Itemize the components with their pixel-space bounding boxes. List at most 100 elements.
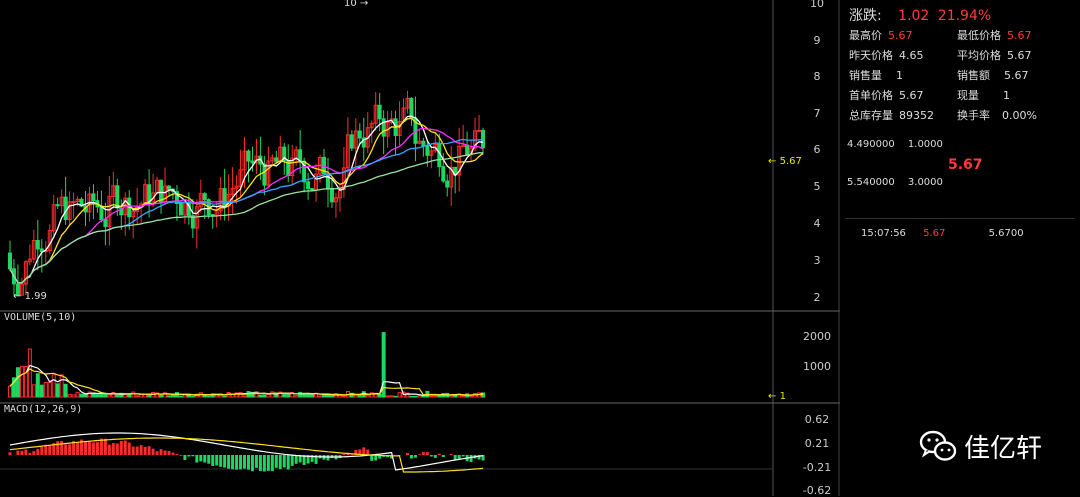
volume-bar xyxy=(116,395,119,397)
bid-price: 5.540000 xyxy=(847,177,895,188)
volume-bar xyxy=(386,396,389,397)
macd-histogram-bar xyxy=(84,442,87,455)
macd-histogram-bar xyxy=(199,455,202,461)
macd-histogram-bar xyxy=(24,450,27,455)
volume-bar xyxy=(243,396,246,397)
volume-bar xyxy=(132,392,135,397)
candlestick-chart[interactable] xyxy=(0,0,840,496)
macd-histogram-bar xyxy=(179,455,182,456)
macd-histogram-bar xyxy=(56,441,59,455)
volume-bar xyxy=(319,396,322,397)
candle-body xyxy=(426,146,429,155)
volume-bar xyxy=(56,384,59,397)
macd-histogram-bar xyxy=(195,455,198,463)
volume-bar xyxy=(330,396,333,397)
macd-histogram-bar xyxy=(60,441,63,455)
current-price-value: 5.67 xyxy=(780,156,802,167)
volume-bar xyxy=(44,383,47,397)
stat-turnover: 换手率0.00% xyxy=(957,107,1037,123)
macd-histogram-bar xyxy=(116,444,119,455)
volume-bar xyxy=(80,394,83,397)
candle-body xyxy=(350,135,353,148)
macd-histogram-bar xyxy=(239,455,242,469)
macd-histogram-bar xyxy=(287,455,290,470)
volume-bar xyxy=(40,385,43,397)
stat-value: 4.65 xyxy=(899,49,924,62)
macd-histogram-bar xyxy=(263,455,266,472)
macd-histogram-bar xyxy=(414,455,417,458)
volume-current-value: 1 xyxy=(780,391,786,402)
macd-histogram-bar xyxy=(148,446,151,455)
chart-area[interactable]: 10 9 8 7 6 5 4 3 2 10 → ← 1.99 ← 5.67 VO… xyxy=(0,0,840,496)
candle-body xyxy=(358,131,361,138)
macd-histogram-bar xyxy=(470,455,473,462)
macd-histogram-bar xyxy=(16,451,19,455)
volume-bar xyxy=(366,395,369,397)
macd-panel-label: MACD(12,26,9) xyxy=(4,404,82,415)
candle-body xyxy=(442,167,445,181)
volume-bar xyxy=(450,396,453,397)
macd-histogram-bar xyxy=(88,442,91,455)
candle-body xyxy=(104,220,107,227)
macd-histogram-bar xyxy=(291,455,294,466)
price-tick: 4 xyxy=(794,217,840,230)
volume-bar xyxy=(36,374,39,397)
volume-bar xyxy=(20,366,23,397)
watermark: 佳亿轩 xyxy=(918,424,1042,468)
high-price-annotation: 10 → xyxy=(344,0,368,9)
volume-bar xyxy=(72,395,75,397)
macd-histogram-bar xyxy=(295,455,298,464)
candle-body xyxy=(203,194,206,200)
volume-bar xyxy=(88,392,91,397)
macd-histogram-bar xyxy=(251,455,254,471)
high-price-value: 10 xyxy=(344,0,357,9)
price-tick: 5 xyxy=(794,180,840,193)
candle-body xyxy=(160,180,163,202)
candle-body xyxy=(179,203,182,214)
macd-histogram-bar xyxy=(203,455,206,462)
volume-bar xyxy=(410,396,413,397)
volume-panel-label: VOLUME(5,10) xyxy=(4,312,76,323)
macd-tick: -0.62 xyxy=(794,484,840,497)
volume-bar xyxy=(60,375,63,397)
macd-histogram-bar xyxy=(187,455,190,457)
candle-body xyxy=(327,174,330,189)
volume-bar xyxy=(398,393,401,397)
low-price-annotation: ← 1.99 xyxy=(13,291,47,302)
price-tick: 6 xyxy=(794,143,840,156)
candle-body xyxy=(330,188,333,201)
volume-bar xyxy=(223,396,226,397)
bid-row: 5.540000 3.0000 xyxy=(847,177,943,188)
volume-bar xyxy=(263,395,266,397)
macd-histogram-bar xyxy=(156,451,159,455)
candle-body xyxy=(422,141,425,146)
macd-histogram-bar xyxy=(462,455,465,456)
macd-histogram-bar xyxy=(92,443,95,455)
volume-tick: 2000 xyxy=(794,330,840,343)
macd-histogram-bar xyxy=(48,445,51,455)
macd-histogram-bar xyxy=(442,455,445,457)
macd-histogram-bar xyxy=(152,449,155,455)
divider xyxy=(845,218,1075,219)
stat-prev-close: 昨天价格4.65 xyxy=(849,47,924,63)
macd-histogram-bar xyxy=(410,455,413,459)
macd-histogram-bar xyxy=(9,452,12,455)
macd-tick: -0.21 xyxy=(794,461,840,474)
candle-body xyxy=(410,98,413,118)
stat-value: 89352 xyxy=(899,109,934,122)
macd-histogram-bar xyxy=(259,455,262,471)
volume-bar xyxy=(462,396,465,397)
candle-body xyxy=(263,164,266,185)
stat-label: 现量 xyxy=(957,89,979,102)
ask-row: 4.490000 1.0000 xyxy=(847,139,943,150)
candle-body xyxy=(100,207,103,220)
price-tick: 2 xyxy=(794,291,840,304)
stat-label: 最高价 xyxy=(849,29,882,42)
macd-histogram-bar xyxy=(247,455,250,470)
stat-label: 总库存量 xyxy=(849,109,893,122)
macd-histogram-bar xyxy=(128,443,131,455)
candle-body xyxy=(92,194,95,201)
macd-histogram-bar xyxy=(132,447,135,455)
macd-histogram-bar xyxy=(255,455,258,468)
macd-histogram-bar xyxy=(426,452,429,455)
